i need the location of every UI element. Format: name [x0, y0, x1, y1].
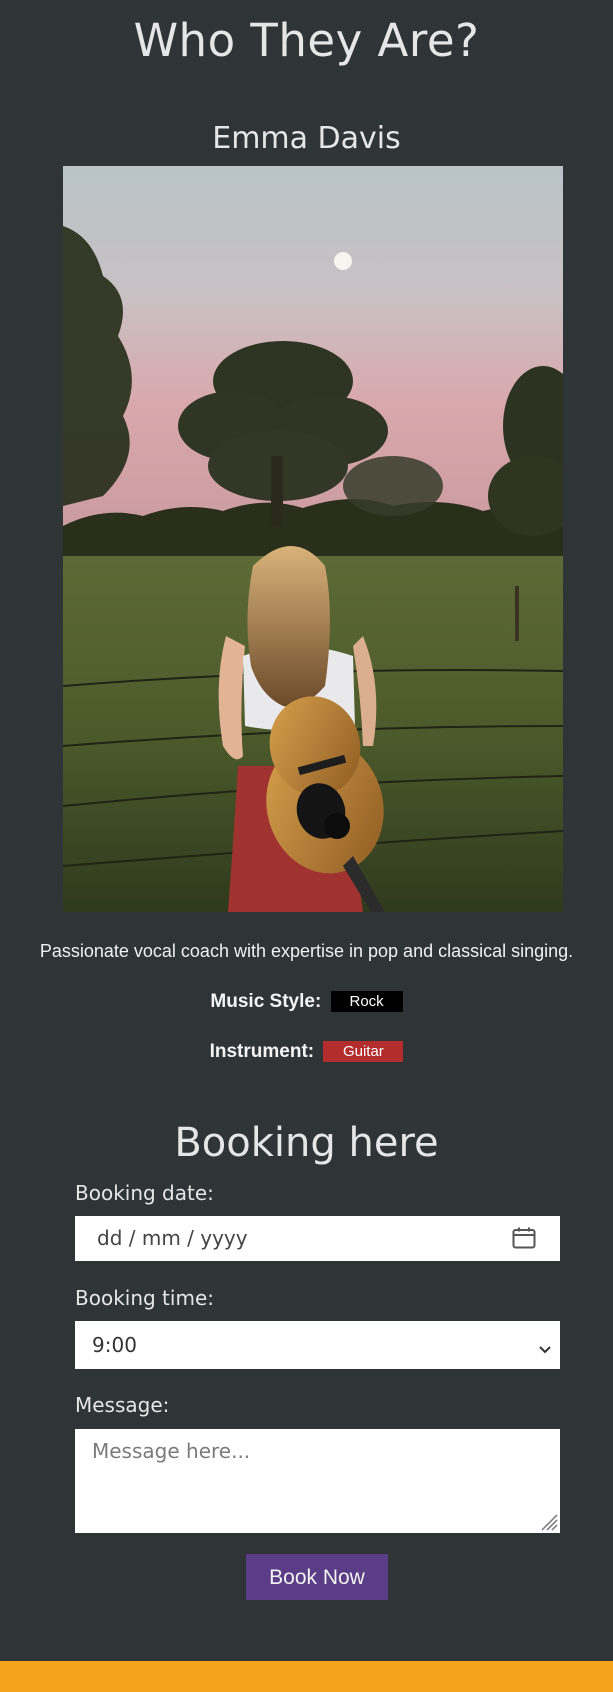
instrument-row: Instrument: Guitar	[0, 1041, 613, 1063]
message-label: Message:	[75, 1393, 170, 1417]
page-title: Who They Are?	[133, 14, 480, 67]
booking-date-input[interactable]: dd / mm / yyyy	[75, 1216, 560, 1261]
booking-date-placeholder: dd / mm / yyyy	[97, 1226, 248, 1250]
calendar-icon[interactable]	[512, 1227, 536, 1249]
instrument-label: Instrument:	[209, 1041, 315, 1062]
booking-title: Booking here	[174, 1120, 439, 1166]
music-style-row: Music Style: Rock	[0, 991, 613, 1013]
instrument-badge: Guitar	[323, 1041, 404, 1063]
artist-name: Emma Davis	[212, 121, 401, 156]
booking-date-label: Booking date:	[75, 1181, 214, 1205]
music-style-badge: Rock	[330, 991, 403, 1013]
footer-bar	[0, 1661, 613, 1692]
message-placeholder: Message here...	[92, 1439, 251, 1463]
artist-bio: Passionate vocal coach with expertise in…	[39, 941, 574, 961]
book-now-button[interactable]: Book Now	[246, 1554, 388, 1600]
booking-time-value: 9:00	[92, 1333, 137, 1357]
music-style-label: Music Style:	[210, 991, 322, 1012]
message-textarea[interactable]: Message here...	[75, 1429, 560, 1533]
resize-handle-icon[interactable]	[538, 1511, 558, 1531]
chevron-down-icon	[538, 1338, 552, 1354]
booking-time-label: Booking time:	[75, 1286, 214, 1310]
booking-time-select[interactable]: 9:00	[75, 1321, 560, 1369]
artist-photo	[63, 166, 563, 912]
